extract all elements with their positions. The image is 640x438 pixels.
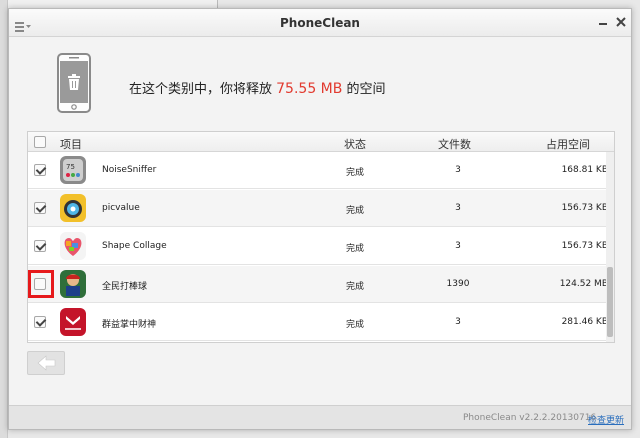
svg-text:75: 75: [66, 163, 75, 171]
baseball-game-app-icon: [60, 270, 86, 298]
row-size: 168.81 KB: [561, 165, 608, 175]
row-checkbox[interactable]: [34, 164, 46, 176]
message-prefix: 在这个类别中，你将释放: [129, 82, 277, 97]
row-checkbox[interactable]: [34, 202, 46, 214]
column-header-size[interactable]: 占用空间: [546, 136, 590, 152]
column-header-files[interactable]: 文件数: [438, 136, 471, 152]
checkbox-highlight-box: [28, 270, 54, 298]
row-size: 156.73 KB: [561, 203, 608, 213]
row-name: NoiseSniffer: [102, 165, 157, 175]
row-status: 完成: [346, 282, 365, 292]
title-bar: PhoneClean: [9, 9, 631, 37]
table-row[interactable]: Shape Collage 完成 3 156.73 KB: [28, 228, 608, 265]
close-button[interactable]: [613, 14, 629, 30]
table-row[interactable]: 全民打棒球 完成 1390 124.52 MB: [28, 266, 608, 303]
row-name: 群益掌中财神: [102, 320, 157, 330]
table-header: 项目 状态 文件数 占用空间: [28, 132, 614, 152]
row-size: 281.46 KB: [561, 317, 608, 327]
summary-header: 在这个类别中，你将释放 75.55 MB 的空间: [9, 37, 631, 127]
row-files: 3: [455, 241, 461, 251]
row-size: 124.52 MB: [559, 279, 608, 289]
picvalue-app-icon: [60, 194, 86, 222]
table-row[interactable]: 75 NoiseSniffer 完成 3 168.81 KB: [28, 152, 608, 189]
row-files: 1390: [446, 279, 470, 289]
table-row[interactable]: picvalue 完成 3 156.73 KB: [28, 190, 608, 227]
scrollbar-thumb[interactable]: [607, 267, 613, 337]
row-name: 全民打棒球: [102, 282, 148, 292]
message-suffix: 的空间: [342, 82, 386, 97]
column-header-status[interactable]: 状态: [344, 136, 366, 152]
back-button[interactable]: [27, 351, 65, 375]
items-table: 项目 状态 文件数 占用空间 75 NoiseSniffer 完成 3 168.…: [27, 131, 615, 343]
window-title: PhoneClean: [280, 16, 360, 30]
row-name: picvalue: [102, 203, 140, 213]
row-files: 3: [455, 203, 461, 213]
noisesniffer-app-icon: 75: [60, 156, 86, 184]
table-row[interactable]: 群益掌中财神 完成 3 281.46 KB: [28, 304, 608, 341]
back-arrow-icon: [28, 355, 64, 378]
free-space-message: 在这个类别中，你将释放 75.55 MB 的空间: [129, 78, 386, 97]
row-files: 3: [455, 317, 461, 327]
finance-app-icon: [60, 308, 86, 336]
shape-collage-app-icon: [60, 232, 86, 260]
row-files: 3: [455, 165, 461, 175]
row-name: Shape Collage: [102, 241, 167, 251]
row-status: 完成: [346, 320, 365, 330]
row-status: 完成: [346, 244, 365, 254]
check-update-link[interactable]: 检查更新: [588, 413, 624, 426]
column-header-item[interactable]: 项目: [60, 136, 82, 152]
row-size: 156.73 KB: [561, 241, 608, 251]
row-checkbox[interactable]: [34, 316, 46, 328]
phoneclean-window: PhoneClean 在这个类别中，你将释放 75.55 MB 的空间 项目 状…: [8, 8, 632, 430]
background-window-top: [8, 0, 218, 8]
background-window: [0, 0, 8, 438]
status-bar: PhoneClean v2.2.2.20130716 检查更新: [9, 405, 631, 429]
free-space-amount: 75.55 MB: [276, 81, 343, 97]
phone-trash-icon: [57, 53, 91, 113]
row-status: 完成: [346, 168, 365, 178]
select-all-checkbox[interactable]: [34, 136, 46, 148]
row-status: 完成: [346, 206, 365, 216]
minimize-button[interactable]: [595, 14, 611, 30]
table-scrollbar[interactable]: [606, 152, 614, 342]
version-label: PhoneClean v2.2.2.20130716: [463, 413, 597, 423]
row-checkbox[interactable]: [34, 240, 46, 252]
